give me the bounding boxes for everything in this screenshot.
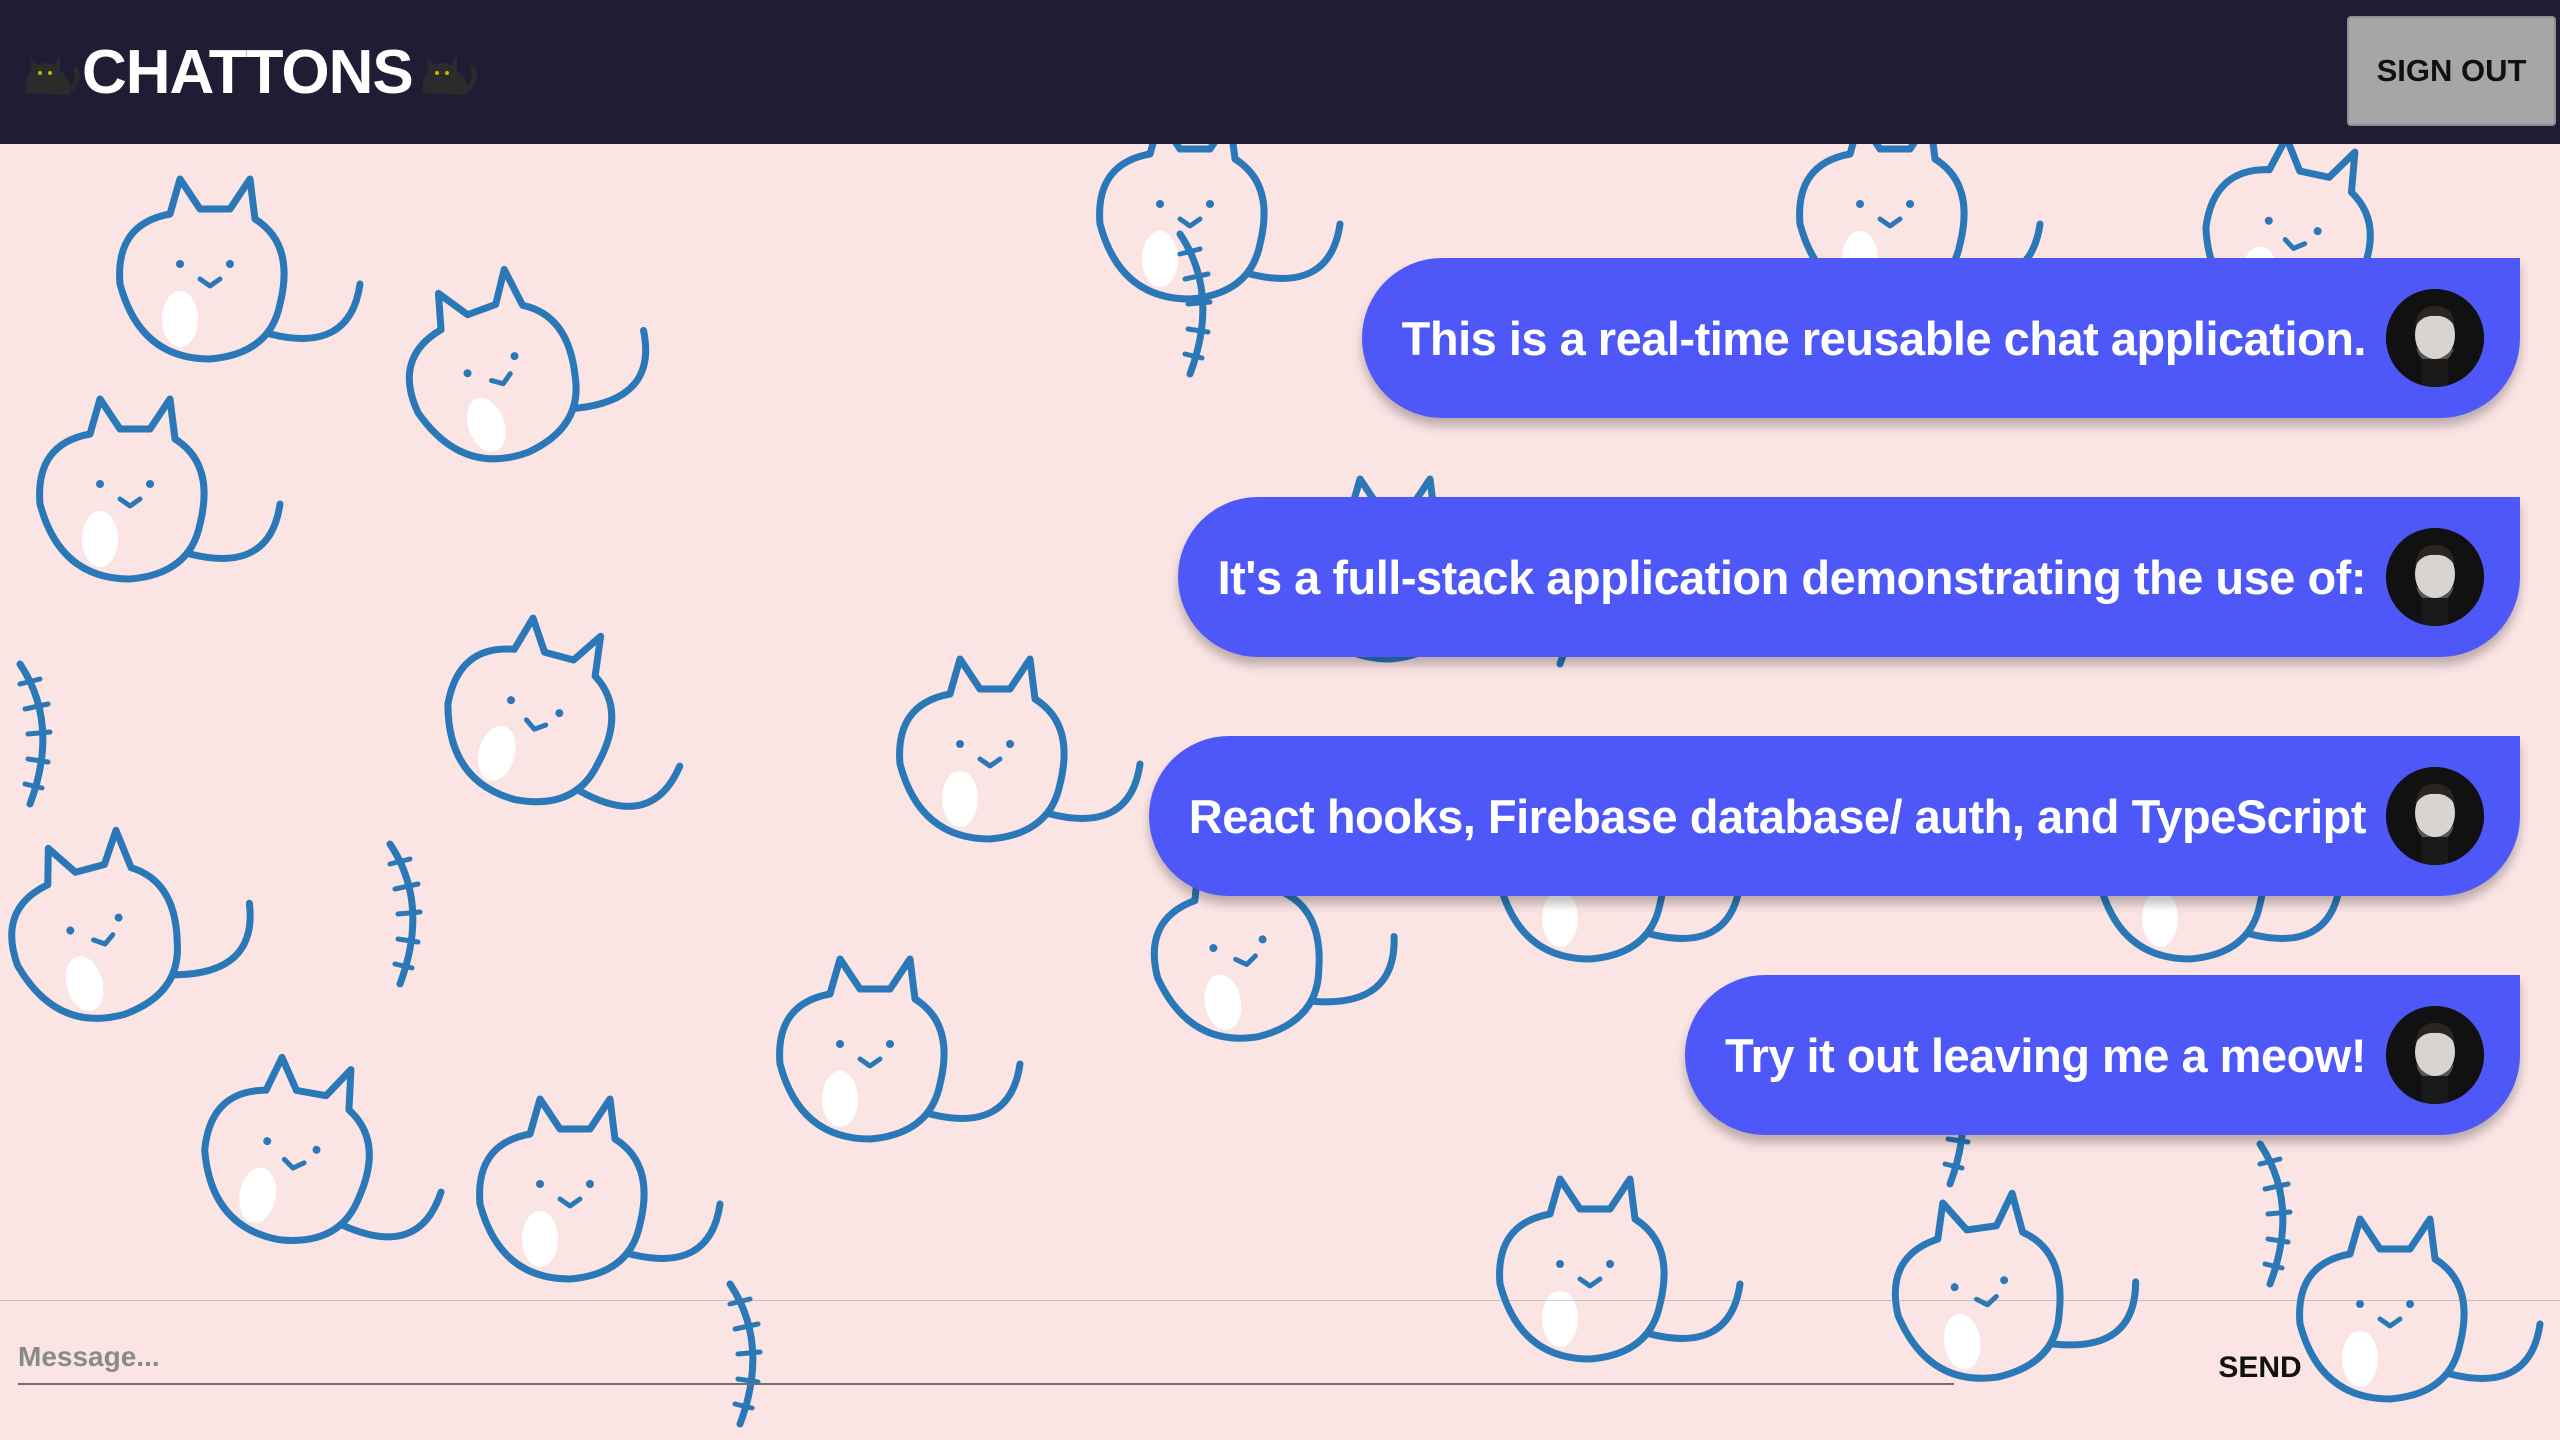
user-avatar [2386,289,2484,387]
message-bubble: It's a full-stack application demonstrat… [1177,497,2520,657]
message-text: This is a real-time reusable chat applic… [1401,311,2367,365]
message-text: React hooks, Firebase database/ auth, an… [1188,789,2367,843]
user-avatar [2386,1006,2484,1104]
app-title: CHATTONS [82,37,414,107]
message-text: It's a full-stack application demonstrat… [1217,550,2367,604]
send-button[interactable]: SEND [2180,1345,2340,1391]
user-avatar [2386,767,2484,865]
message-bubble: This is a real-time reusable chat applic… [1361,258,2520,418]
message-list: This is a real-time reusable chat applic… [1148,258,2520,1214]
message-composer: SEND [0,1300,2560,1440]
message-bubble: Try it out leaving me a meow! [1684,975,2520,1135]
app-brand: CHATTONS [16,34,479,110]
app-header: CHATTONS SIGN OUT [0,0,2560,144]
message-bubble: React hooks, Firebase database/ auth, an… [1148,736,2520,896]
message-text: Try it out leaving me a meow! [1724,1028,2367,1082]
black-cat-icon [16,39,82,105]
sign-out-button[interactable]: SIGN OUT [2347,16,2556,126]
user-avatar [2386,528,2484,626]
message-input[interactable] [18,1331,1954,1385]
black-cat-icon [413,39,479,105]
chat-app: CHATTONS SIGN OUT This is a real-time re… [0,0,2560,1440]
